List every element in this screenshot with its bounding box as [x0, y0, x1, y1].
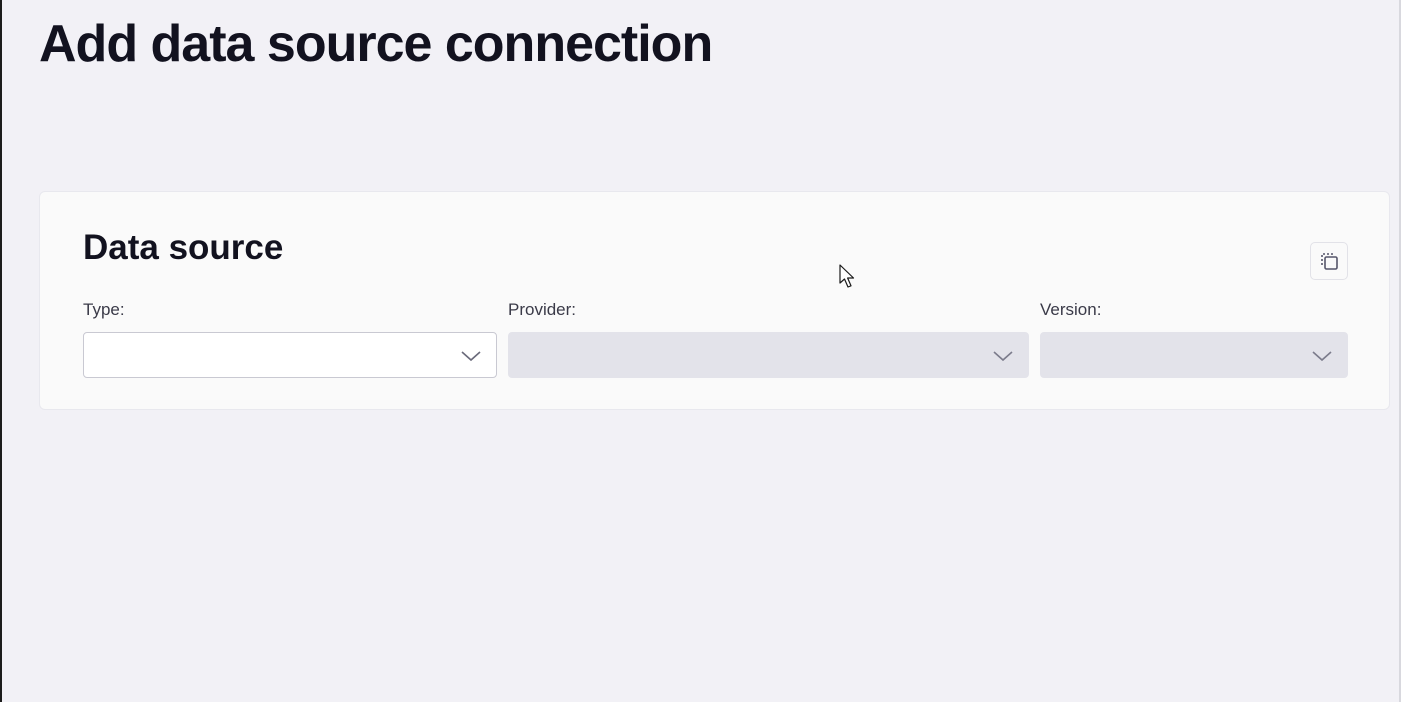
chevron-down-icon	[993, 351, 1013, 362]
version-select[interactable]	[1040, 332, 1348, 378]
copy-icon	[1321, 253, 1338, 270]
window-frame: Add data source connection Data source T…	[0, 0, 1401, 702]
provider-label: Provider:	[508, 300, 577, 319]
chevron-down-icon	[461, 351, 481, 362]
copy-button[interactable]	[1310, 242, 1348, 280]
type-select[interactable]	[83, 332, 497, 378]
data-source-card: Data source Type: Provider: Version:	[39, 191, 1390, 410]
mouse-cursor-icon	[839, 264, 855, 288]
type-label: Type:	[83, 300, 125, 319]
page-title: Add data source connection	[39, 15, 713, 73]
data-source-heading: Data source	[83, 228, 284, 267]
version-label: Version:	[1040, 300, 1102, 319]
chevron-down-icon	[1312, 351, 1332, 362]
provider-select[interactable]	[508, 332, 1029, 378]
